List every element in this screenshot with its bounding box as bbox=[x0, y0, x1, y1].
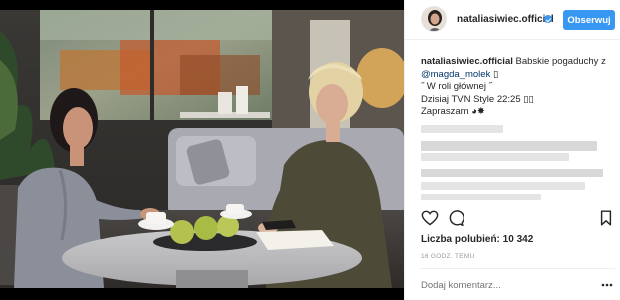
caption-username-link[interactable]: nataliasiwiec.official bbox=[421, 56, 513, 67]
username-link[interactable]: nataliasiwiec.official bbox=[457, 14, 554, 25]
more-options-icon[interactable] bbox=[601, 283, 613, 287]
post-photo[interactable] bbox=[0, 0, 404, 300]
caption-line-2: @magda_molek ▯ bbox=[421, 69, 615, 82]
blurred-comment bbox=[421, 125, 503, 133]
blurred-comment bbox=[421, 182, 585, 190]
blurred-comment bbox=[421, 194, 541, 200]
mention-link[interactable]: @magda_molek bbox=[421, 69, 490, 80]
post-actions bbox=[405, 206, 620, 230]
likes-count[interactable]: Liczba polubień: 10 342 bbox=[421, 234, 533, 245]
post-timestamp[interactable]: 16 GODZ. TEMU bbox=[421, 253, 475, 260]
caption-line-3: ˝ W roli głównej ˝ bbox=[421, 81, 492, 92]
blurred-comment bbox=[421, 153, 569, 161]
avatar-image bbox=[422, 7, 446, 31]
caption-line-5: Zapraszam ◕✸ bbox=[421, 106, 485, 117]
bookmark-icon[interactable] bbox=[600, 210, 612, 226]
blurred-comment bbox=[421, 141, 597, 151]
caption-line-4: Dzisiaj TVN Style 22:25 ▯▯ bbox=[421, 93, 534, 105]
follow-button[interactable]: Obserwuj bbox=[563, 10, 615, 30]
caption-line-1: nataliasiwiec.official Babskie pogaduchy… bbox=[421, 56, 615, 69]
caption-emoji: ▯ bbox=[490, 68, 499, 80]
verified-badge-icon bbox=[544, 15, 552, 23]
caption-text: Babskie pogaduchy z bbox=[515, 56, 606, 67]
post-sidebar: nataliasiwiec.official Obserwuj natalias… bbox=[404, 0, 620, 300]
blurred-comment bbox=[421, 169, 603, 177]
comment-bubble-icon[interactable] bbox=[448, 210, 464, 226]
comment-divider bbox=[421, 268, 615, 269]
post-caption: nataliasiwiec.official Babskie pogaduchy… bbox=[421, 56, 615, 119]
post-photo-image bbox=[0, 0, 404, 300]
heart-icon[interactable] bbox=[421, 210, 439, 226]
avatar[interactable] bbox=[421, 6, 447, 32]
post-header: nataliasiwiec.official Obserwuj bbox=[405, 0, 620, 40]
comment-input[interactable] bbox=[421, 277, 581, 293]
